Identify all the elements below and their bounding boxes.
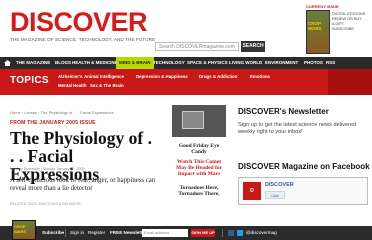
nav-item-living-world[interactable]: LIVING WORLD xyxy=(229,57,262,69)
facebook-icon[interactable] xyxy=(228,230,234,236)
nav-item-mind-brain[interactable]: MIND & BRAIN xyxy=(116,57,154,69)
topic-link[interactable]: Sex & The Brain xyxy=(90,83,124,88)
site-logo[interactable]: DISCOVER xyxy=(10,7,148,37)
promo-links: DIGITAL EDITIONS RENEW OR BUY A GIFT SUB… xyxy=(332,12,366,32)
toolbar-divider xyxy=(222,229,223,237)
search-button[interactable]: SEARCH xyxy=(241,41,265,52)
site-tagline: THE MAGAZINE OF SCIENCE, TECHNOLOGY, AND… xyxy=(10,37,156,42)
toolbar-email-input[interactable]: Email address xyxy=(142,229,188,237)
nav-item-health[interactable]: HEALTH & MEDICINE xyxy=(72,57,118,69)
sidebar-link[interactable]: Watch This Comet May Be Headed for Impac… xyxy=(172,159,226,177)
facebook-page-name[interactable]: DISCOVER xyxy=(265,182,294,188)
newsletter-text: Sign up to get the latest science news d… xyxy=(238,122,357,135)
main-nav: THE MAGAZINE BLOGS HEALTH & MEDICINE MIN… xyxy=(0,57,372,69)
topic-link[interactable]: Drugs & Addiction xyxy=(199,74,237,79)
bottom-toolbar: CROP WARS Subscribe Sign in Register FRE… xyxy=(0,220,372,240)
nav-item-rss[interactable]: RSS xyxy=(326,57,335,69)
topics-bar: TOPICS Alzheimer's Animal Intelligence D… xyxy=(0,69,372,95)
topics-bar-corner xyxy=(328,69,372,95)
sidebar-link[interactable]: Good Friday Eye Candy xyxy=(172,143,226,155)
topic-link[interactable]: Depression & Happiness xyxy=(136,74,188,79)
topic-link[interactable]: Alzheimer's xyxy=(58,74,82,79)
article-byline: by Mary Duenwald | Sunday, January 02, 2… xyxy=(10,167,85,171)
current-issue-promo[interactable]: CURRENT ISSUE CROP WARS DIGITAL EDITIONS… xyxy=(300,4,368,56)
nav-item-photos[interactable]: PHOTOS xyxy=(304,57,323,69)
article-summary: A self-conscious look of fear, anger, or… xyxy=(10,177,156,192)
cover-headline: CROP WARS xyxy=(308,21,322,31)
twitter-handle[interactable]: @discovermag xyxy=(246,226,277,240)
register-link[interactable]: Register xyxy=(88,226,105,240)
nav-item-magazine[interactable]: THE MAGAZINE xyxy=(16,57,50,69)
home-icon[interactable] xyxy=(4,60,11,66)
article-title: The Physiology of . . . Facial Expressio… xyxy=(10,128,152,184)
nav-item-blogs[interactable]: BLOGS xyxy=(55,57,71,69)
topic-link[interactable]: Mental Health xyxy=(58,83,87,88)
facebook-like-button[interactable]: Like xyxy=(265,191,285,199)
breadcrumb[interactable]: Home › Lenses › The Physiology of . . . … xyxy=(10,110,114,115)
sidebar-link[interactable]: Tornadoes Here, Tornadoes There, xyxy=(172,185,226,197)
nav-item-environment[interactable]: ENVIRONMENT xyxy=(265,57,298,69)
toolbar-divider xyxy=(65,229,66,237)
magazine-cover-image[interactable]: CROP WARS xyxy=(306,10,330,54)
facebook-widget: D DISCOVER Like xyxy=(238,177,368,205)
sidebar-thumbnail[interactable] xyxy=(172,105,226,137)
site-header: DISCOVER THE MAGAZINE OF SCIENCE, TECHNO… xyxy=(0,0,372,57)
toolbar-magazine-cover[interactable]: CROP WARS xyxy=(12,220,36,240)
sign-in-link[interactable]: Sign in xyxy=(70,226,84,240)
topic-link[interactable]: Emotions xyxy=(250,74,270,79)
subscribe-link[interactable]: Subscribe xyxy=(42,226,64,240)
main-content: Home › Lenses › The Physiology of . . . … xyxy=(0,95,372,240)
topic-link[interactable]: Animal Intelligence xyxy=(84,74,124,79)
nav-item-space[interactable]: SPACE & PHYSICS xyxy=(187,57,228,69)
promo-label: CURRENT ISSUE xyxy=(306,4,339,9)
related-tags[interactable]: RELATED TAGS: EMOTIONS & BEHAVIOR xyxy=(10,202,81,206)
sign-me-up-button[interactable]: SIGN ME UP xyxy=(191,229,215,237)
facebook-heading: DISCOVER Magazine on Facebook xyxy=(238,162,370,171)
twitter-icon[interactable] xyxy=(237,230,243,236)
toolbar-cover-headline: CROP WARS xyxy=(14,224,26,234)
search-input[interactable]: Search DISCOVERmagazine.com xyxy=(155,42,239,51)
newsletter-heading: DISCOVER's Newsletter xyxy=(238,107,329,116)
nav-item-technology[interactable]: TECHNOLOGY xyxy=(153,57,185,69)
thumbnail-badge xyxy=(182,111,204,129)
topics-label: TOPICS xyxy=(10,75,49,86)
issue-label[interactable]: FROM THE JANUARY 2005 ISSUE xyxy=(10,120,96,126)
promo-link[interactable]: SUBSCRIBE xyxy=(332,27,366,32)
facebook-page-logo[interactable]: D xyxy=(243,182,261,200)
